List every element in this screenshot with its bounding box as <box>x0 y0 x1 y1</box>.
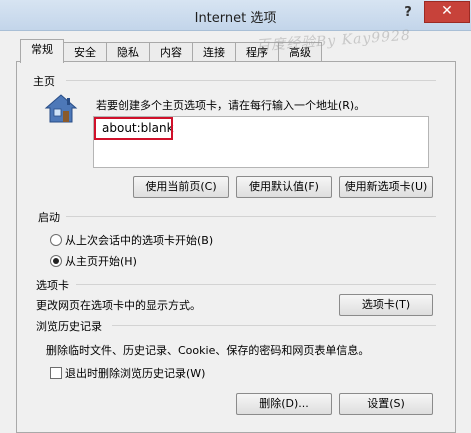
tabs-description: 更改网页在选项卡中的显示方式。 <box>36 299 201 312</box>
tab-connections[interactable]: 连接 <box>192 42 236 62</box>
homepage-section-label: 主页 <box>33 75 55 88</box>
close-button[interactable]: ✕ <box>424 1 470 23</box>
startup-section-label: 启动 <box>38 211 60 224</box>
delete-history-button[interactable]: 删除(D)... <box>236 393 332 415</box>
history-section-label: 浏览历史记录 <box>36 320 102 333</box>
radio-last-session[interactable] <box>50 234 62 246</box>
use-default-button[interactable]: 使用默认值(F) <box>236 176 332 198</box>
delete-on-exit-checkbox[interactable] <box>50 367 62 379</box>
house-icon <box>43 93 79 125</box>
tab-content[interactable]: 内容 <box>149 42 193 62</box>
use-new-tab-button[interactable]: 使用新选项卡(U) <box>339 176 433 198</box>
tab-privacy[interactable]: 隐私 <box>106 42 150 62</box>
tabs-divider <box>76 284 436 285</box>
homepage-divider <box>66 80 436 81</box>
use-current-button[interactable]: 使用当前页(C) <box>133 176 229 198</box>
tabs-section-label: 选项卡 <box>36 279 69 292</box>
history-description: 删除临时文件、历史记录、Cookie、保存的密码和网页表单信息。 <box>46 344 370 357</box>
radio-start-homepage[interactable] <box>50 255 62 267</box>
tab-security[interactable]: 安全 <box>63 42 107 62</box>
tab-general[interactable]: 常规 <box>20 39 64 63</box>
help-button[interactable]: ? <box>394 2 422 24</box>
homepage-instruction: 若要创建多个主页选项卡，请在每行输入一个地址(R)。 <box>96 99 366 112</box>
delete-on-exit-label: 退出时删除浏览历史记录(W) <box>65 367 206 380</box>
history-settings-button[interactable]: 设置(S) <box>339 393 433 415</box>
startup-divider <box>66 216 436 217</box>
radio-last-session-label: 从上次会话中的选项卡开始(B) <box>65 234 214 247</box>
tabs-settings-button[interactable]: 选项卡(T) <box>339 294 433 316</box>
history-divider <box>112 325 436 326</box>
radio-start-homepage-label: 从主页开始(H) <box>65 255 137 268</box>
red-highlight-box <box>94 117 173 140</box>
